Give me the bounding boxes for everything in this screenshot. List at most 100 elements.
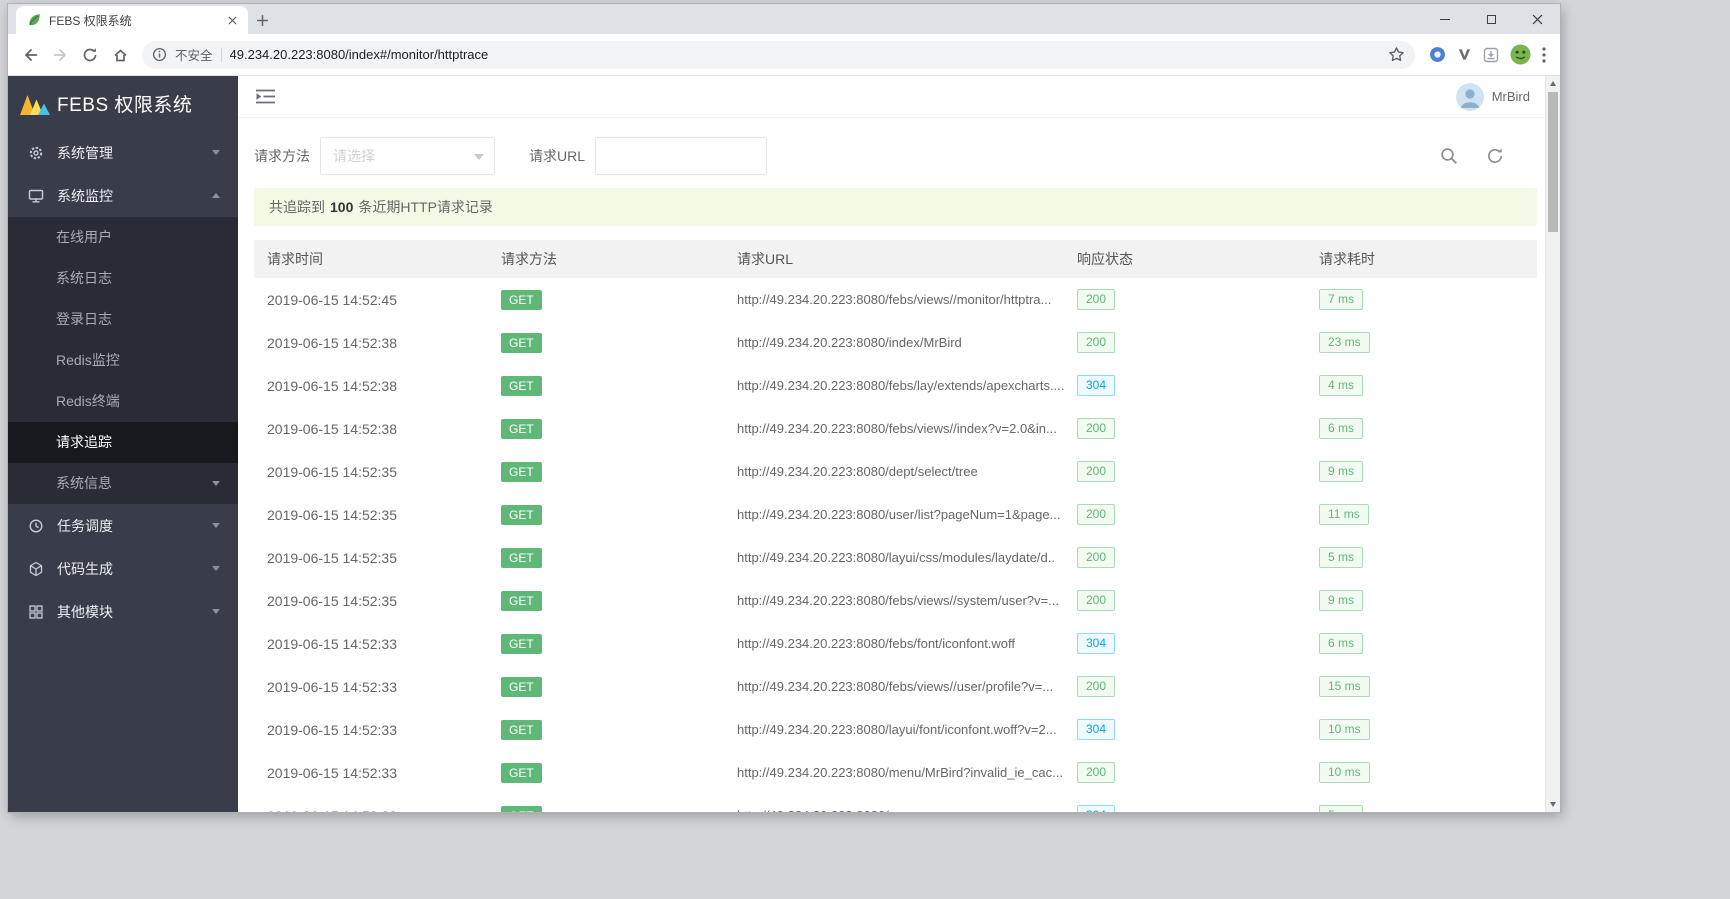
extension-icon-a[interactable] <box>1429 46 1446 63</box>
cell-time: 2019-06-15 14:52:28 <box>254 794 488 813</box>
method-badge: GET <box>501 676 542 697</box>
cell-time: 2019-06-15 14:52:45 <box>267 291 397 308</box>
address-divider <box>220 47 222 62</box>
status-badge: 200 <box>1077 676 1116 697</box>
new-tab-button[interactable] <box>248 6 276 34</box>
browser-tab[interactable]: FEBS 权限系统 <box>16 6 248 34</box>
cell-time: 2019-06-15 14:52:33 <box>267 678 397 695</box>
cube-icon <box>28 561 44 577</box>
alert-suffix: 条近期HTTP请求记录 <box>358 199 493 215</box>
url-text: http://49.234.20.223:8080/febs/views//in… <box>737 421 1057 436</box>
back-button[interactable] <box>16 41 44 69</box>
sidebar-submenu-item[interactable]: 请求追踪 <box>8 422 238 463</box>
cell-method: GET <box>488 450 724 493</box>
scrollbar-thumb[interactable] <box>1548 92 1558 232</box>
col-header-time: 请求时间 <box>254 240 488 278</box>
cell-status: 200 <box>1064 278 1306 321</box>
trace-row: 2019-06-15 14:52:28 GET http://49.234.20… <box>254 794 1537 812</box>
refresh-button[interactable] <box>1485 146 1505 166</box>
cell-duration: 11 ms <box>1306 493 1537 536</box>
maximize-button[interactable] <box>1468 4 1514 34</box>
extension-icon-c[interactable] <box>1483 47 1499 63</box>
cell-url: http://49.234.20.223:8080/febs/font/icon… <box>724 622 1064 665</box>
sidebar-submenu-item[interactable]: Redis监控 <box>8 340 238 381</box>
status-badge: 304 <box>1077 375 1116 396</box>
browser-titlebar: FEBS 权限系统 <box>8 4 1560 34</box>
sidebar-menu-item[interactable]: 任务调度 <box>8 504 238 547</box>
cell-url: http://49.234.20.223:8080/layui/font/ico… <box>724 708 1064 751</box>
trace-row: 2019-06-15 14:52:38 GET http://49.234.20… <box>254 321 1537 364</box>
status-badge: 304 <box>1077 719 1116 740</box>
search-button[interactable] <box>1439 146 1459 166</box>
cell-url: http://49.234.20.223:8080/febs/views//in… <box>724 407 1064 450</box>
sidebar-submenu-item[interactable]: 在线用户 <box>8 217 238 258</box>
forward-button[interactable] <box>46 41 74 69</box>
user-menu[interactable]: MrBird <box>1455 82 1530 111</box>
sidebar-submenu-item[interactable]: 系统日志 <box>8 258 238 299</box>
duration-badge: 5 ms <box>1319 547 1364 568</box>
extension-icon-b[interactable] <box>1457 47 1472 62</box>
user-name: MrBird <box>1491 89 1530 104</box>
scroll-down-icon[interactable] <box>1546 797 1560 812</box>
method-badge: GET <box>501 289 542 310</box>
duration-badge: 9 ms <box>1319 590 1364 611</box>
alert-prefix: 共追踪到 <box>269 199 325 215</box>
cell-url: http://49.234.20.223:8080/dept/select/tr… <box>724 450 1064 493</box>
cell-duration: 5 ms <box>1306 536 1537 579</box>
bookmark-star-icon[interactable] <box>1388 46 1405 63</box>
url-filter-input[interactable] <box>595 137 768 175</box>
table-body: 2019-06-15 14:52:45 GET http://49.234.20… <box>254 278 1537 812</box>
cell-time: 2019-06-15 14:52:35 <box>267 592 397 609</box>
chevron-icon <box>212 193 220 198</box>
reload-button[interactable] <box>76 41 104 69</box>
page-scrollbar[interactable] <box>1545 76 1560 812</box>
sidebar-collapse-icon[interactable] <box>256 89 276 104</box>
cell-url: http://49.234.20.223:8080/index/MrBird <box>724 321 1064 364</box>
cell-url: http://49.234.20.223:8080/user/list?page… <box>724 493 1064 536</box>
filter-bar: 请求方法 请选择 请求URL <box>254 137 1537 175</box>
info-icon[interactable] <box>152 47 167 62</box>
cell-method: GET <box>488 493 724 536</box>
chevron-icon <box>212 523 220 528</box>
sidebar-menu-item[interactable]: 系统管理 <box>8 131 238 174</box>
cell-url: http://49.234.20.223:8080/layui/css/modu… <box>724 536 1064 579</box>
cell-time: 2019-06-15 14:52:33 <box>267 764 397 781</box>
close-button[interactable] <box>1514 4 1560 34</box>
cell-status: 304 <box>1064 794 1306 812</box>
duration-badge: 6 ms <box>1319 418 1364 439</box>
status-badge: 200 <box>1077 504 1116 525</box>
cell-method: GET <box>488 665 724 708</box>
method-select[interactable]: 请选择 <box>320 137 495 175</box>
sidebar-menu-item[interactable]: 代码生成 <box>8 547 238 590</box>
sidebar-menu-item[interactable]: 系统监控 <box>8 174 238 217</box>
browser-profile-avatar[interactable] <box>1510 44 1531 65</box>
minimize-button[interactable] <box>1422 4 1468 34</box>
gear-icon <box>28 145 44 161</box>
duration-badge: 4 ms <box>1319 375 1364 396</box>
url-label: 请求URL <box>529 148 586 164</box>
browser-menu-icon[interactable] <box>1542 46 1546 63</box>
cell-time: 2019-06-15 14:52:35 <box>267 506 397 523</box>
extensions-area <box>1423 44 1552 65</box>
cell-time: 2019-06-15 14:52:35 <box>267 463 397 480</box>
url-text: http://49.234.20.223:8080/febs/font/icon… <box>737 636 1016 651</box>
user-avatar <box>1455 82 1484 111</box>
sidebar-menu-item[interactable]: 其他模块 <box>8 590 238 633</box>
cell-duration: 15 ms <box>1306 665 1537 708</box>
browser-window: FEBS 权限系统 不安全 49.234.20.223:8080/index#/… <box>8 4 1560 812</box>
sidebar-submenu-item[interactable]: 登录日志 <box>8 299 238 340</box>
tab-close-icon[interactable] <box>224 12 240 28</box>
col-header-url: 请求URL <box>724 240 1064 278</box>
cell-method: GET <box>488 708 724 751</box>
scroll-up-icon[interactable] <box>1546 76 1560 91</box>
sidebar-submenu-item[interactable]: 系统信息 <box>8 463 238 504</box>
url-text: http://49.234.20.223:8080/dept/select/tr… <box>737 464 978 479</box>
url-text: http://49.234.20.223:8080/febs/views//mo… <box>737 292 1052 307</box>
cell-time: 2019-06-15 14:52:33 <box>267 721 397 738</box>
cell-url: http://49.234.20.223:8080/febs/views//mo… <box>724 278 1064 321</box>
sidebar-submenu-item[interactable]: Redis终端 <box>8 381 238 422</box>
trace-row: 2019-06-15 14:52:33 GET http://49.234.20… <box>254 622 1537 665</box>
home-button[interactable] <box>106 41 134 69</box>
chevron-down-icon <box>474 154 484 160</box>
address-bar[interactable]: 不安全 49.234.20.223:8080/index#/monitor/ht… <box>142 40 1415 69</box>
